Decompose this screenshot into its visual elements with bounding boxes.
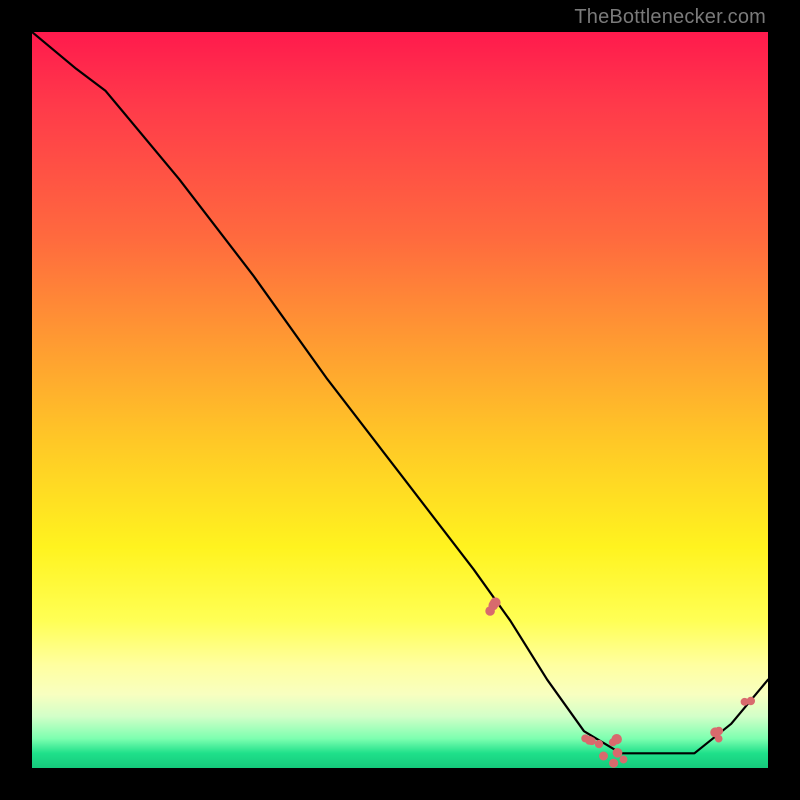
data-marker (747, 697, 755, 705)
data-marker (581, 734, 589, 742)
data-marker (620, 756, 628, 764)
data-marker (710, 727, 720, 737)
watermark-text: TheBottlenecker.com (574, 6, 766, 29)
data-marker (609, 738, 617, 746)
bottleneck-curve (32, 32, 768, 753)
data-marker (599, 752, 608, 761)
chart-frame: TheBottlenecker.com (0, 0, 800, 800)
data-marker (613, 748, 623, 758)
curve-layer (32, 32, 768, 768)
data-markers (485, 597, 755, 767)
data-marker (609, 759, 618, 768)
data-marker (489, 600, 497, 608)
data-marker (595, 740, 603, 748)
plot-area (32, 32, 768, 768)
